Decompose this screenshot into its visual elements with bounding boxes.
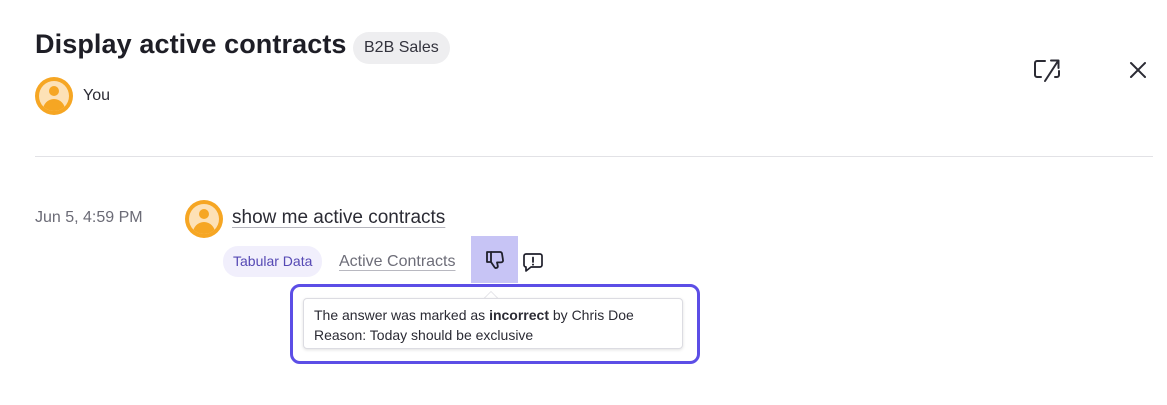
query-text[interactable]: show me active contracts (232, 207, 445, 229)
owner-row: You (35, 77, 110, 115)
message-timestamp: Jun 5, 4:59 PM (35, 209, 143, 226)
tooltip-marked-prefix: The answer was marked as (314, 307, 486, 323)
user-avatar-icon (185, 200, 223, 238)
close-button[interactable] (1123, 55, 1153, 85)
feedback-tooltip: The answer was marked as incorrect by Ch… (303, 298, 683, 349)
answer-link[interactable]: Active Contracts (339, 253, 455, 271)
open-external-button[interactable] (1033, 55, 1063, 85)
close-icon (1130, 62, 1146, 78)
category-tag[interactable]: B2B Sales (353, 32, 450, 64)
tooltip-line-1: The answer was marked as incorrect by Ch… (314, 305, 672, 325)
open-external-icon (1034, 59, 1060, 82)
feedback-icon (523, 253, 543, 272)
page-title: Display active contracts (35, 29, 347, 59)
tooltip-verdict: incorrect (489, 307, 549, 323)
tooltip-reason: Reason: Today should be exclusive (314, 327, 534, 343)
feedback-button[interactable] (520, 249, 546, 275)
tooltip-marked-by: by Chris Doe (552, 307, 634, 323)
thumbs-down-icon (485, 250, 504, 269)
owner-name: You (83, 87, 110, 104)
divider (35, 156, 1153, 157)
user-avatar-icon (35, 77, 73, 115)
thumbs-down-button[interactable] (471, 236, 518, 283)
answer-type-badge: Tabular Data (223, 246, 323, 277)
